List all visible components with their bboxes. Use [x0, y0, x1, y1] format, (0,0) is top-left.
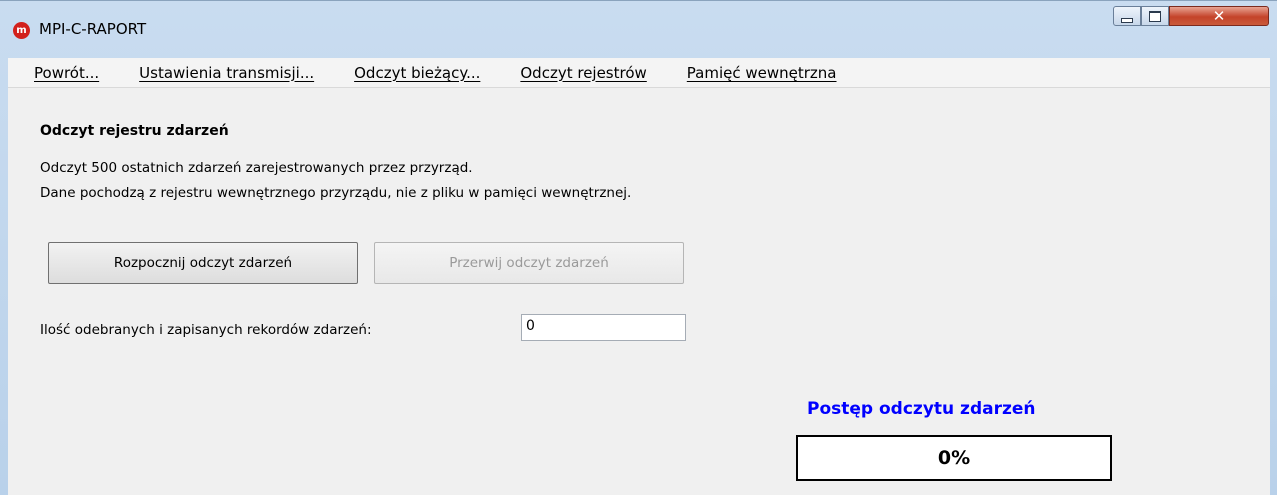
- app-window: m MPI-C-RAPORT ✕ Powrót... Ustawienia tr…: [0, 0, 1277, 495]
- menu-item-odczyt-rejestrow[interactable]: Odczyt rejestrów: [520, 64, 660, 82]
- app-logo-icon[interactable]: m: [13, 22, 30, 39]
- menu-item-powrot[interactable]: Powrót...: [34, 64, 113, 82]
- menu-item-pamiec-wewnetrzna[interactable]: Pamięć wewnętrzna: [687, 64, 851, 82]
- title-bar[interactable]: m MPI-C-RAPORT ✕: [0, 1, 1277, 58]
- menu-bar: Powrót... Ustawienia transmisji... Odczy…: [8, 58, 1270, 88]
- maximize-button[interactable]: [1141, 6, 1169, 26]
- description-line-2: Dane pochodzą z rejestru wewnętrznego pr…: [40, 185, 632, 201]
- start-reading-button[interactable]: Rozpocznij odczyt zdarzeń: [48, 242, 358, 284]
- description-line-1: Odczyt 500 ostatnich zdarzeń zarejestrow…: [40, 160, 473, 176]
- minimize-icon: [1121, 17, 1133, 23]
- close-button[interactable]: ✕: [1169, 6, 1269, 26]
- maximize-icon: [1149, 10, 1161, 22]
- stop-reading-button[interactable]: Przerwij odczyt zdarzeń: [374, 242, 684, 284]
- menu-item-odczyt-biezacy[interactable]: Odczyt bieżący...: [354, 64, 494, 82]
- menu-item-ustawienia-transmisji[interactable]: Ustawienia transmisji...: [139, 64, 328, 82]
- progress-percent: 0%: [937, 447, 971, 469]
- close-icon: ✕: [1212, 6, 1226, 25]
- client-area: Odczyt rejestru zdarzeń Odczyt 500 ostat…: [8, 88, 1270, 495]
- minimize-button[interactable]: [1113, 6, 1141, 26]
- window-title: MPI-C-RAPORT: [39, 20, 147, 38]
- progress-title: Postęp odczytu zdarzeń: [807, 399, 1036, 419]
- records-count-label: Ilość odebranych i zapisanych rekordów z…: [40, 322, 372, 338]
- progress-bar: 0%: [796, 435, 1112, 481]
- records-count-field[interactable]: 0: [521, 314, 686, 341]
- section-heading: Odczyt rejestru zdarzeń: [40, 123, 229, 139]
